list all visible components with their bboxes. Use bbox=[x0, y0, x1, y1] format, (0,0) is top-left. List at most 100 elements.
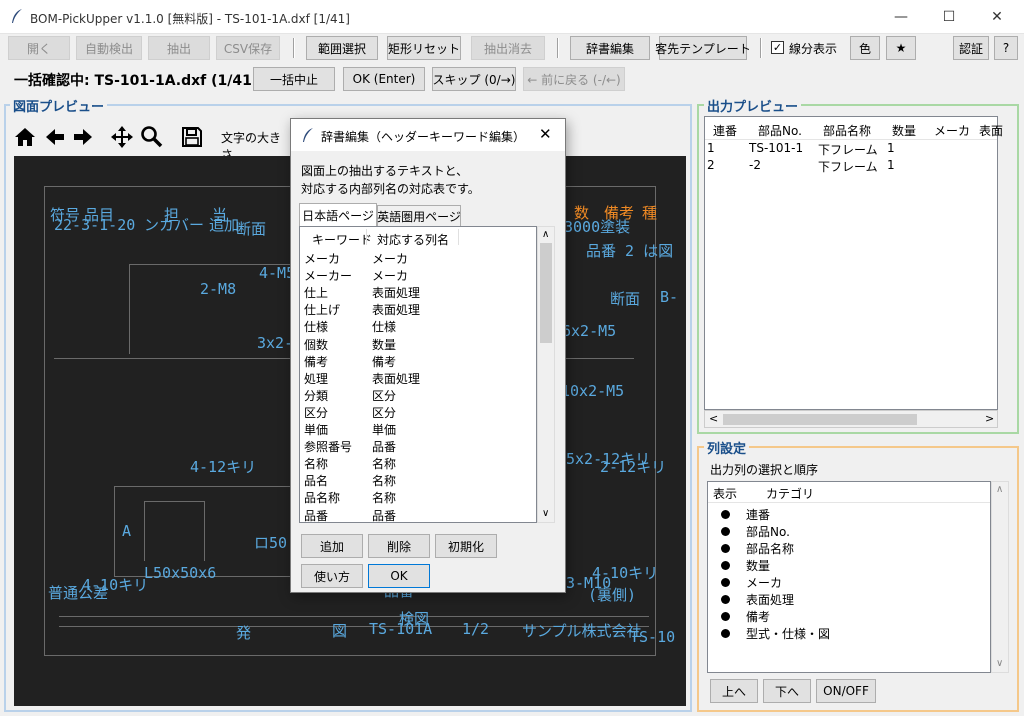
line-display-checkbox[interactable]: ✓ bbox=[771, 41, 784, 54]
keyword-cell[interactable]: 仕上げ bbox=[304, 301, 340, 318]
move-up-button[interactable]: 上へ bbox=[710, 679, 758, 703]
keyword-cell[interactable]: 名称 bbox=[304, 455, 328, 472]
keyword-cell[interactable]: メーカー bbox=[304, 267, 352, 284]
auto-detect-button[interactable]: 自動検出 bbox=[76, 36, 142, 60]
keyword-cell[interactable]: 参照番号 bbox=[304, 438, 352, 455]
column-list-item[interactable]: 備考 bbox=[746, 608, 770, 625]
color-button[interactable]: 色 bbox=[850, 36, 880, 60]
tab-japanese[interactable]: 日本語ページ bbox=[299, 203, 377, 227]
add-button[interactable]: 追加 bbox=[301, 534, 363, 558]
column-list-item[interactable]: 部品名称 bbox=[746, 540, 794, 557]
column-enabled-indicator[interactable] bbox=[721, 561, 730, 570]
ok-enter-button[interactable]: OK (Enter) bbox=[343, 67, 425, 91]
star-button[interactable]: ★ bbox=[886, 36, 916, 60]
column-list-item[interactable]: 部品No. bbox=[746, 523, 790, 540]
mapped-column-cell[interactable]: 表面処理 bbox=[372, 370, 420, 387]
column-enabled-indicator[interactable] bbox=[721, 510, 730, 519]
range-select-button[interactable]: 範囲選択 bbox=[306, 36, 378, 60]
keyword-cell[interactable]: 処理 bbox=[304, 370, 328, 387]
mapped-column-cell[interactable]: メーカ bbox=[372, 267, 408, 284]
keyword-cell[interactable]: メーカ bbox=[304, 250, 340, 267]
scroll-thumb[interactable] bbox=[723, 414, 917, 425]
scroll-up-icon[interactable]: ∧ bbox=[542, 229, 549, 240]
scroll-down-icon[interactable]: ∨ bbox=[996, 658, 1003, 669]
scroll-down-icon[interactable]: ∨ bbox=[542, 508, 549, 519]
mapped-column-cell[interactable]: 名称 bbox=[372, 455, 396, 472]
back-button[interactable]: ← 前に戻る (-/←) bbox=[523, 67, 625, 91]
scroll-right-icon[interactable]: > bbox=[985, 412, 994, 425]
column-enabled-indicator[interactable] bbox=[721, 595, 730, 604]
minimize-button[interactable]: — bbox=[878, 0, 924, 34]
move-down-button[interactable]: 下へ bbox=[763, 679, 811, 703]
csv-save-button[interactable]: CSV保存 bbox=[216, 36, 280, 60]
mapped-column-cell[interactable]: 区分 bbox=[372, 404, 396, 421]
toggle-onoff-button[interactable]: ON/OFF bbox=[816, 679, 876, 703]
close-button[interactable]: ✕ bbox=[974, 0, 1020, 34]
zoom-icon[interactable] bbox=[140, 125, 164, 149]
keyword-cell[interactable]: 備考 bbox=[304, 353, 328, 370]
column-list-item[interactable]: 表面処理 bbox=[746, 591, 794, 608]
column-enabled-indicator[interactable] bbox=[721, 578, 730, 587]
howto-button[interactable]: 使い方 bbox=[301, 564, 363, 588]
dict-edit-button[interactable]: 辞書編集 bbox=[570, 36, 650, 60]
scroll-up-icon[interactable]: ∧ bbox=[996, 484, 1003, 495]
keyword-cell[interactable]: 個数 bbox=[304, 336, 328, 353]
keyword-cell[interactable]: 仕様 bbox=[304, 318, 328, 335]
column-list-scrollbar[interactable]: ∧ ∨ bbox=[991, 481, 1009, 673]
mapped-column-cell[interactable]: 名称 bbox=[372, 472, 396, 489]
dialog-close-icon[interactable]: ✕ bbox=[539, 125, 552, 143]
mapped-column-cell[interactable]: 数量 bbox=[372, 336, 396, 353]
mapped-column-cell[interactable]: 表面処理 bbox=[372, 301, 420, 318]
column-enabled-indicator[interactable] bbox=[721, 612, 730, 621]
save-icon[interactable] bbox=[180, 125, 204, 149]
scroll-left-icon[interactable]: < bbox=[709, 412, 718, 425]
skip-button[interactable]: スキップ (0/→) bbox=[432, 67, 516, 91]
mapped-column-cell[interactable]: 区分 bbox=[372, 387, 396, 404]
auth-button[interactable]: 認証 bbox=[953, 36, 989, 60]
init-button[interactable]: 初期化 bbox=[435, 534, 497, 558]
extract-clear-button[interactable]: 抽出消去 bbox=[471, 36, 545, 60]
customer-template-button[interactable]: 客先テンプレート bbox=[655, 36, 751, 60]
tab-english[interactable]: 英語圏用ページ bbox=[377, 205, 461, 227]
mapped-column-cell[interactable]: 品番 bbox=[372, 438, 396, 455]
keyword-table[interactable]: キーワード 対応する列名 メーカ メーカ メーカー メーカ 仕上 表面処理 仕上げ 表面処理仕… bbox=[299, 226, 537, 523]
column-list-item[interactable]: 連番 bbox=[746, 506, 770, 523]
column-list[interactable]: 表示 カテゴリ 連番 部品No. 部品名称 数量 メーカ 表面処理 備考 型式・仕様・図 bbox=[707, 481, 991, 673]
home-icon[interactable] bbox=[14, 126, 36, 148]
mapped-column-cell[interactable]: 品番 bbox=[372, 507, 396, 524]
keyword-cell[interactable]: 分類 bbox=[304, 387, 328, 404]
batch-stop-button[interactable]: 一括中止 bbox=[253, 67, 335, 91]
back-arrow-icon[interactable] bbox=[44, 126, 66, 148]
output-table[interactable]: 連番 部品No. 部品名称 数量 メーカ 表面 1 TS-101-1 下フレーム… bbox=[704, 116, 1003, 410]
forward-arrow-icon[interactable] bbox=[72, 126, 94, 148]
keyword-cell[interactable]: 品名 bbox=[304, 472, 328, 489]
dialog-ok-button[interactable]: OK bbox=[368, 564, 430, 588]
column-enabled-indicator[interactable] bbox=[721, 629, 730, 638]
column-list-item[interactable]: メーカ bbox=[746, 574, 782, 591]
extract-button[interactable]: 抽出 bbox=[148, 36, 210, 60]
keyword-cell[interactable]: 単価 bbox=[304, 421, 328, 438]
delete-button[interactable]: 削除 bbox=[368, 534, 430, 558]
mapped-column-cell[interactable]: 表面処理 bbox=[372, 284, 420, 301]
mapped-column-cell[interactable]: 単価 bbox=[372, 421, 396, 438]
column-list-item[interactable]: 数量 bbox=[746, 557, 770, 574]
column-list-item[interactable]: 型式・仕様・図 bbox=[746, 625, 830, 642]
help-button[interactable]: ? bbox=[994, 36, 1018, 60]
maximize-button[interactable]: ☐ bbox=[926, 0, 972, 34]
output-hscrollbar[interactable]: < > bbox=[704, 410, 998, 428]
mapped-column-cell[interactable]: 名称 bbox=[372, 489, 396, 506]
keyword-cell[interactable]: 仕上 bbox=[304, 284, 328, 301]
mapped-column-cell[interactable]: 仕様 bbox=[372, 318, 396, 335]
keyword-cell[interactable]: 品名称 bbox=[304, 489, 340, 506]
column-enabled-indicator[interactable] bbox=[721, 544, 730, 553]
scroll-thumb[interactable] bbox=[540, 243, 552, 343]
keyword-cell[interactable]: 品番 bbox=[304, 507, 328, 524]
keyword-table-scrollbar[interactable]: ∧ ∨ bbox=[537, 226, 555, 523]
keyword-cell[interactable]: 区分 bbox=[304, 404, 328, 421]
pan-icon[interactable] bbox=[110, 125, 134, 149]
mapped-column-cell[interactable]: メーカ bbox=[372, 250, 408, 267]
column-enabled-indicator[interactable] bbox=[721, 527, 730, 536]
mapped-column-cell[interactable]: 備考 bbox=[372, 353, 396, 370]
rect-reset-button[interactable]: 矩形リセット bbox=[387, 36, 461, 60]
open-button[interactable]: 開く bbox=[8, 36, 70, 60]
